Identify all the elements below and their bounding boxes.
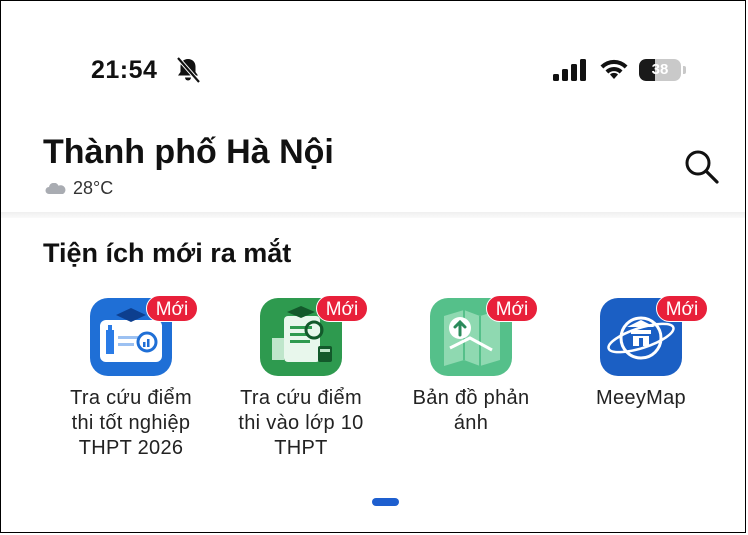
search-icon[interactable] xyxy=(681,146,721,186)
utility-label: Tra cứu điểm thi vào lớp 10 THPT xyxy=(217,386,385,461)
grade10-results-icon: Mới xyxy=(260,295,368,376)
utility-label: Tra cứu điểm thi tốt nghiệp THPT 2026 xyxy=(47,386,215,461)
utility-feedback-map[interactable]: Mới Bản đồ phản ánh xyxy=(387,295,555,436)
phone-screen: 21:54 38 Thành phố Hà Nội 28°C Tiện ích … xyxy=(0,0,746,533)
new-badge: Mới xyxy=(486,295,538,322)
city-title: Thành phố Hà Nội xyxy=(43,133,334,171)
cloud-icon xyxy=(45,183,66,195)
utility-grade10-results[interactable]: Mới Tra cứu điểm thi vào lớp 10 THPT xyxy=(217,295,385,461)
label-line: ánh xyxy=(453,412,489,434)
meeymap-icon: Mới xyxy=(600,295,708,376)
cellular-signal-icon xyxy=(553,59,586,81)
utility-label: MeeyMap xyxy=(557,386,725,411)
pager-indicator[interactable] xyxy=(372,498,399,506)
section-title: Tiện ích mới ra mắt xyxy=(43,238,292,268)
label-line: thi tốt nghiệp xyxy=(71,412,191,434)
temperature: 28°C xyxy=(73,178,114,198)
new-badge: Mới xyxy=(316,295,368,322)
label-line: MeeyMap xyxy=(596,387,686,409)
status-bar: 21:54 38 xyxy=(1,1,745,101)
feedback-map-icon: Mới xyxy=(430,295,538,376)
label-line: THPT 2026 xyxy=(78,437,184,459)
status-time: 21:54 xyxy=(91,56,158,84)
battery-level: 38 xyxy=(651,61,669,78)
new-badge: Mới xyxy=(146,295,198,322)
battery-tip xyxy=(683,66,686,74)
weather-info: 28°C xyxy=(45,178,113,199)
battery-icon: 38 xyxy=(639,59,687,81)
utility-label: Bản đồ phản ánh xyxy=(387,386,555,436)
label-line: Tra cứu điểm xyxy=(70,387,192,409)
new-badge: Mới xyxy=(656,295,708,322)
wifi-icon xyxy=(600,59,628,79)
utility-exam-results[interactable]: Mới Tra cứu điểm thi tốt nghiệp THPT 202… xyxy=(47,295,215,461)
utility-meeymap[interactable]: Mới MeeyMap xyxy=(557,295,725,411)
label-line: Tra cứu điểm xyxy=(240,387,362,409)
bell-slash-icon xyxy=(176,56,201,84)
label-line: THPT xyxy=(274,437,328,459)
header-divider xyxy=(1,212,745,218)
label-line: thi vào lớp 10 xyxy=(238,412,364,434)
exam-results-icon: Mới xyxy=(90,295,198,376)
label-line: Bản đồ phản xyxy=(412,387,530,409)
